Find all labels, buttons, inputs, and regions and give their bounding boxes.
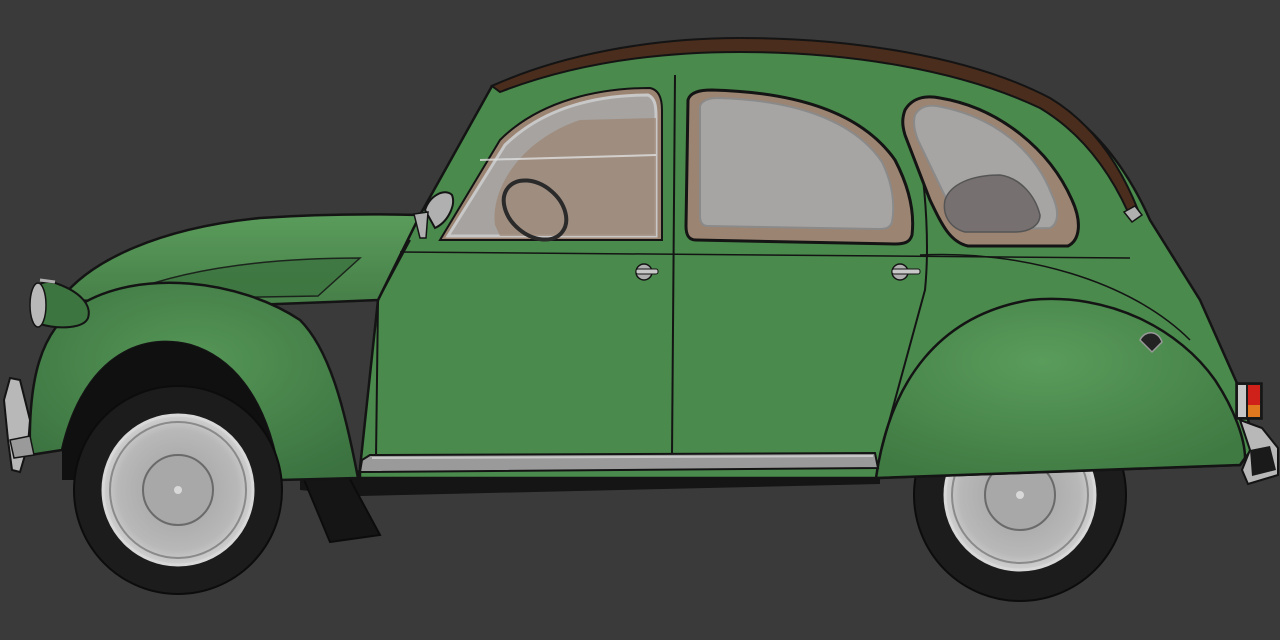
car-svg	[0, 0, 1280, 640]
front-wheel	[73, 385, 283, 595]
tail-light	[1235, 382, 1263, 420]
car-illustration	[0, 0, 1280, 640]
front-bumper-guard	[9, 435, 35, 459]
